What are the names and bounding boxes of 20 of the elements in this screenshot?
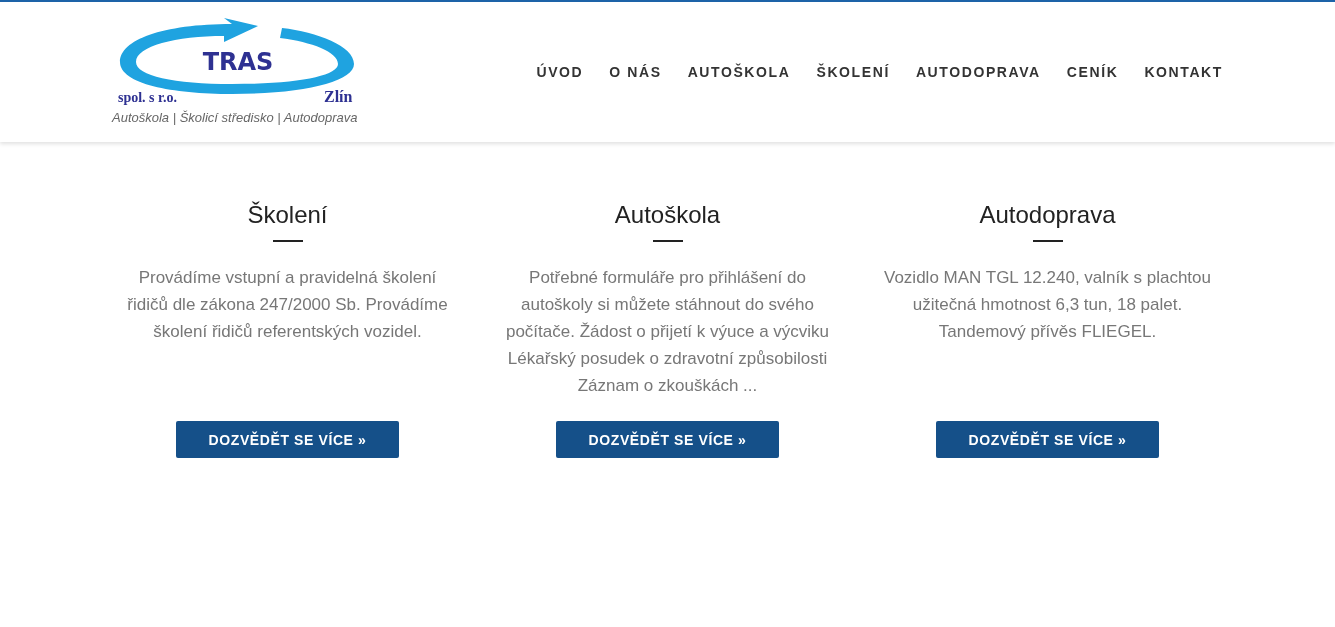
tagline: Autoškola | Školicí středisko | Autodoprava bbox=[112, 110, 358, 125]
feature-title: Autodoprava bbox=[979, 200, 1116, 230]
nav-link[interactable]: AUTODOPRAVA bbox=[915, 64, 1041, 80]
nav-link[interactable]: ÚVOD bbox=[536, 64, 584, 80]
logo-caption: Zlín bbox=[324, 88, 353, 105]
more-button[interactable]: DOZVĚDĚT SE VÍCE » bbox=[556, 421, 779, 458]
feature-title: Autoškola bbox=[614, 200, 721, 230]
nav-link[interactable]: ŠKOLENÍ bbox=[816, 64, 890, 80]
feature-title: Školení bbox=[247, 200, 328, 230]
logo-name: TRAS bbox=[202, 48, 274, 76]
logo-caption: spol. s r.o. bbox=[118, 90, 177, 105]
more-button[interactable]: DOZVĚDĚT SE VÍCE » bbox=[176, 421, 399, 458]
nav-link[interactable]: CENÍK bbox=[1066, 64, 1119, 80]
feature-text: Vozidlo MAN TGL 12.240, valník s plachtou užitečná hmotnost 6,3 tun, 18 palet. Tandemový přívěs FLIEGEL. bbox=[883, 267, 1212, 343]
more-button[interactable]: DOZVĚDĚT SE VÍCE » bbox=[936, 421, 1159, 458]
feature-text: Provádíme vstupní a pravidelná školení řidičů dle zákona 247/2000 Sb. Provádíme školení řidičů referentských vozidel. bbox=[126, 267, 449, 343]
nav-link[interactable]: KONTAKT bbox=[1144, 64, 1223, 80]
nav-link[interactable]: O NÁS bbox=[609, 64, 662, 80]
feature-text: Potřebné formuláře pro přihlášení do autoškoly si můžete stáhnout do svého počítače. Žádost o přijetí k výuce a výcviku Lékařský posudek o zdravotní způsobilosti Záznam o zkouškách ... bbox=[504, 267, 831, 397]
nav-link[interactable]: AUTOŠKOLA bbox=[687, 64, 791, 80]
